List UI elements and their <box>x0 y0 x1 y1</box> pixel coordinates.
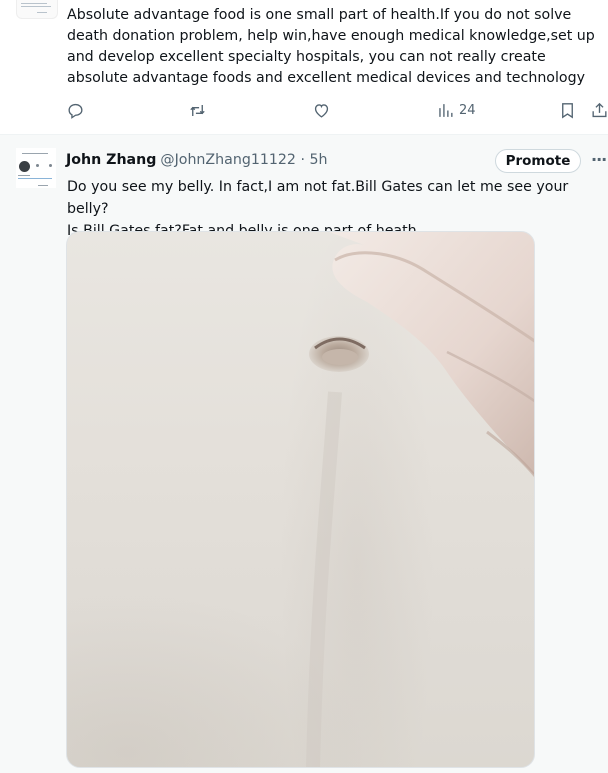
tweet-text: Absolute advantage food is one small par… <box>67 7 595 86</box>
bookmark-icon <box>562 103 573 119</box>
views-icon <box>439 104 453 117</box>
views-button[interactable]: 24 <box>436 101 476 120</box>
more-options-icon[interactable]: ··· <box>591 150 608 172</box>
tweet-photo[interactable] <box>66 231 535 768</box>
tweet-actions: 24 <box>66 101 608 125</box>
reply-button[interactable] <box>66 101 85 120</box>
tweet-previous[interactable]: Absolute advantage food is one small par… <box>0 0 608 135</box>
author-name[interactable]: John Zhang <box>66 152 156 168</box>
tweet-text-line-1: Do you see my belly. In fact,I am not fa… <box>67 179 569 217</box>
photo-content <box>306 232 534 767</box>
views-count: 24 <box>459 103 476 118</box>
heart-icon <box>314 104 329 118</box>
share-button[interactable] <box>590 101 608 120</box>
bookmark-button[interactable] <box>558 101 577 120</box>
retweet-button[interactable] <box>188 101 207 120</box>
retweet-icon <box>190 104 205 117</box>
share-icon <box>592 102 607 118</box>
promote-button[interactable]: Promote <box>495 149 581 173</box>
avatar[interactable] <box>16 148 56 188</box>
author-handle-time[interactable]: @JohnZhang11122 · 5h <box>160 152 327 168</box>
tweet-header: John Zhang @JohnZhang11122 · 5h <box>66 150 328 170</box>
reply-icon <box>68 103 83 119</box>
avatar-thumbnail[interactable] <box>16 0 58 19</box>
like-button[interactable] <box>312 101 331 120</box>
